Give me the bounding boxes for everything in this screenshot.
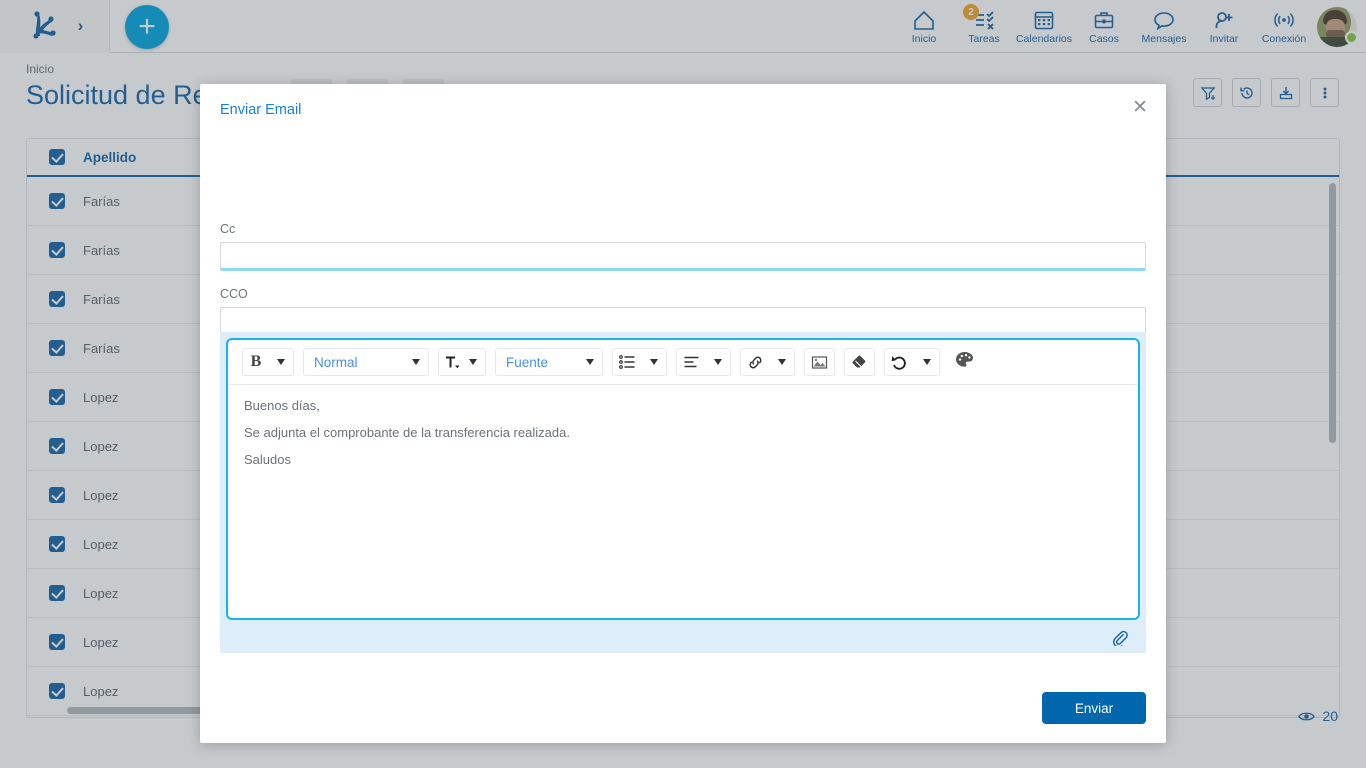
paperclip-icon [1113, 630, 1128, 648]
align-left-icon[interactable] [677, 349, 706, 375]
bold-group: B [242, 348, 294, 376]
link-chevron-down-icon[interactable] [778, 359, 786, 365]
cc-input[interactable] [220, 242, 1146, 271]
label-cco: CCO [220, 287, 248, 301]
modal-title: Enviar Email [220, 102, 302, 118]
image-group [804, 348, 835, 376]
email-body-line: Buenos días, [244, 398, 320, 413]
heading-group: Normal [303, 348, 429, 376]
editor-toolbar: B Normal Fuente [228, 340, 1138, 385]
undo-group [884, 348, 940, 376]
attach-file-button[interactable] [1111, 629, 1128, 651]
heading-chevron-down-icon[interactable] [412, 359, 420, 365]
align-chevron-down-icon[interactable] [714, 359, 722, 365]
label-cc: Cc [220, 222, 236, 236]
text-style-chevron-down-icon[interactable] [469, 359, 477, 365]
list-chevron-down-icon[interactable] [650, 359, 658, 365]
eraser-group [844, 348, 875, 376]
align-group [676, 348, 731, 376]
text-format-icon[interactable] [439, 349, 467, 375]
text-style-group [438, 348, 486, 376]
email-editor-panel: B Normal Fuente Buenos días, Se adjunta … [220, 332, 1146, 653]
font-chevron-down-icon[interactable] [586, 359, 594, 365]
email-body-line: Se adjunta el comprobante de la transfer… [244, 425, 570, 440]
close-icon[interactable]: ✕ [1132, 98, 1148, 117]
link-group [740, 348, 795, 376]
image-icon[interactable] [805, 349, 834, 375]
email-body-line: Saludos [244, 452, 291, 467]
color-palette-icon [956, 352, 973, 367]
bold-dropdown-chevron-down-icon[interactable] [277, 359, 285, 365]
send-button[interactable]: Enviar [1042, 692, 1146, 724]
app-root: › + Inicio 2 Tareas Calendarios Casos Me… [0, 0, 1366, 768]
color-palette-button[interactable] [955, 351, 974, 373]
font-select[interactable]: Fuente [496, 349, 578, 375]
bulleted-list-icon[interactable] [613, 349, 642, 375]
undo-icon[interactable] [885, 349, 915, 375]
attachment-row [226, 626, 1140, 653]
rich-text-editor: B Normal Fuente Buenos días, Se adjunta … [226, 338, 1140, 620]
eraser-icon[interactable] [845, 349, 874, 375]
undo-chevron-down-icon[interactable] [923, 359, 931, 365]
heading-select[interactable]: Normal [304, 349, 404, 375]
email-body-content[interactable]: Buenos días, Se adjunta el comprobante de… [228, 385, 1138, 494]
font-group: Fuente [495, 348, 603, 376]
send-email-modal: Enviar Email ✕ Cc CCO Asunto B Normal [200, 84, 1166, 743]
link-icon[interactable] [741, 349, 770, 375]
list-group [612, 348, 667, 376]
bold-button[interactable]: B [243, 349, 269, 375]
